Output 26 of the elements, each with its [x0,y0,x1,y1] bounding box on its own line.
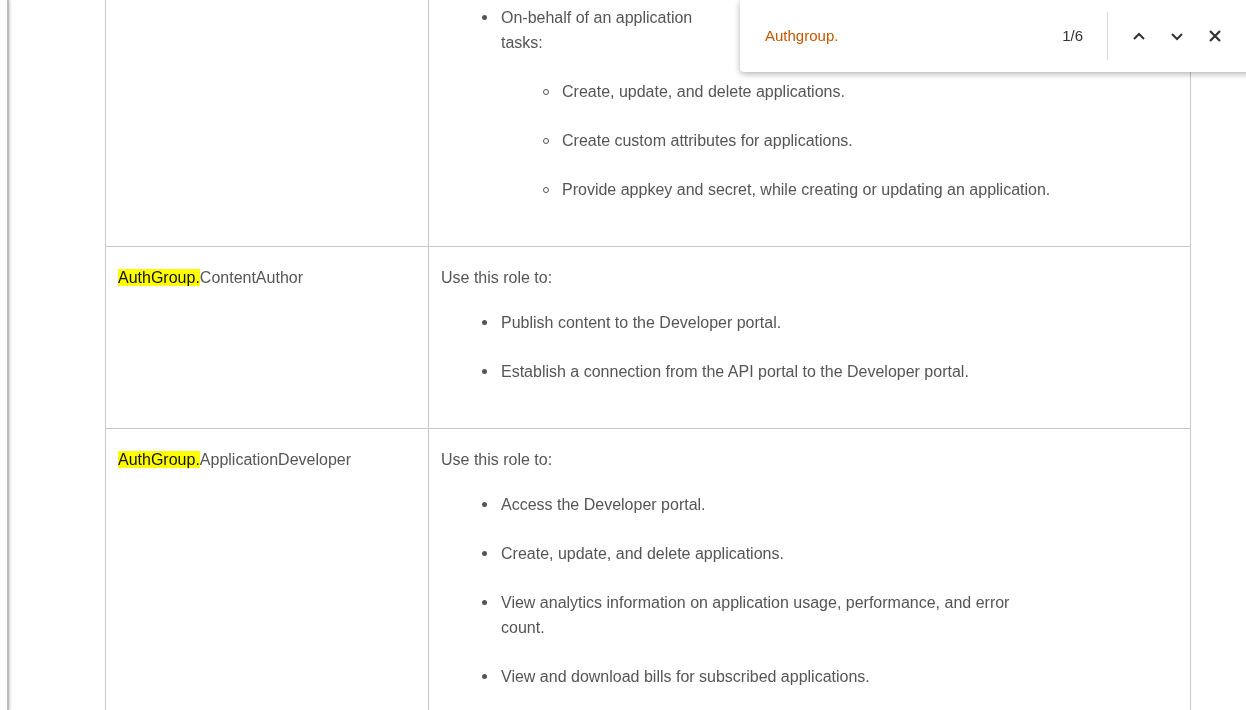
list-item-text: Create custom attributes for applications. [562,132,853,149]
role-name: ApplicationDeveloper [199,451,352,468]
search-highlight: AuthGroup. [118,269,200,286]
bullet-icon [482,502,487,507]
find-input[interactable]: Authgroup. [765,24,1015,48]
intro-text: Use this role to: [441,450,554,470]
list-item-text: View and download bills for subscribed applications. [501,668,870,685]
bullet-icon [482,674,487,679]
match-count: 1/6 [1061,25,1083,46]
list-item-text: Provide appkey and secret, while creating or updating an application. [562,181,1051,198]
list-item-text: On-behalf of an application tasks: [501,9,693,51]
list-item-text: Create, update, and delete applications. [501,545,784,562]
bullet-icon [482,15,487,20]
bullet-icon [482,600,487,605]
bullet-icon [482,320,487,325]
bullet-icon [482,551,487,556]
list-item-text: Establish a connection from the API portal to the Developer portal. [501,363,969,380]
list-item-text: Access the Developer portal. [501,496,706,513]
role-name: ContentAuthor [199,269,303,286]
bullet-icon [482,369,487,374]
intro-text: Use this role to: [441,268,554,288]
list-item-text: Create, update, and delete applications. [562,83,845,100]
list-item-text: View analytics information on application usage, performance, and error count. [501,594,1010,636]
list-item-text: Publish content to the Developer portal. [501,314,782,331]
search-highlight: AuthGroup. [118,451,200,468]
close-icon [1208,29,1222,43]
